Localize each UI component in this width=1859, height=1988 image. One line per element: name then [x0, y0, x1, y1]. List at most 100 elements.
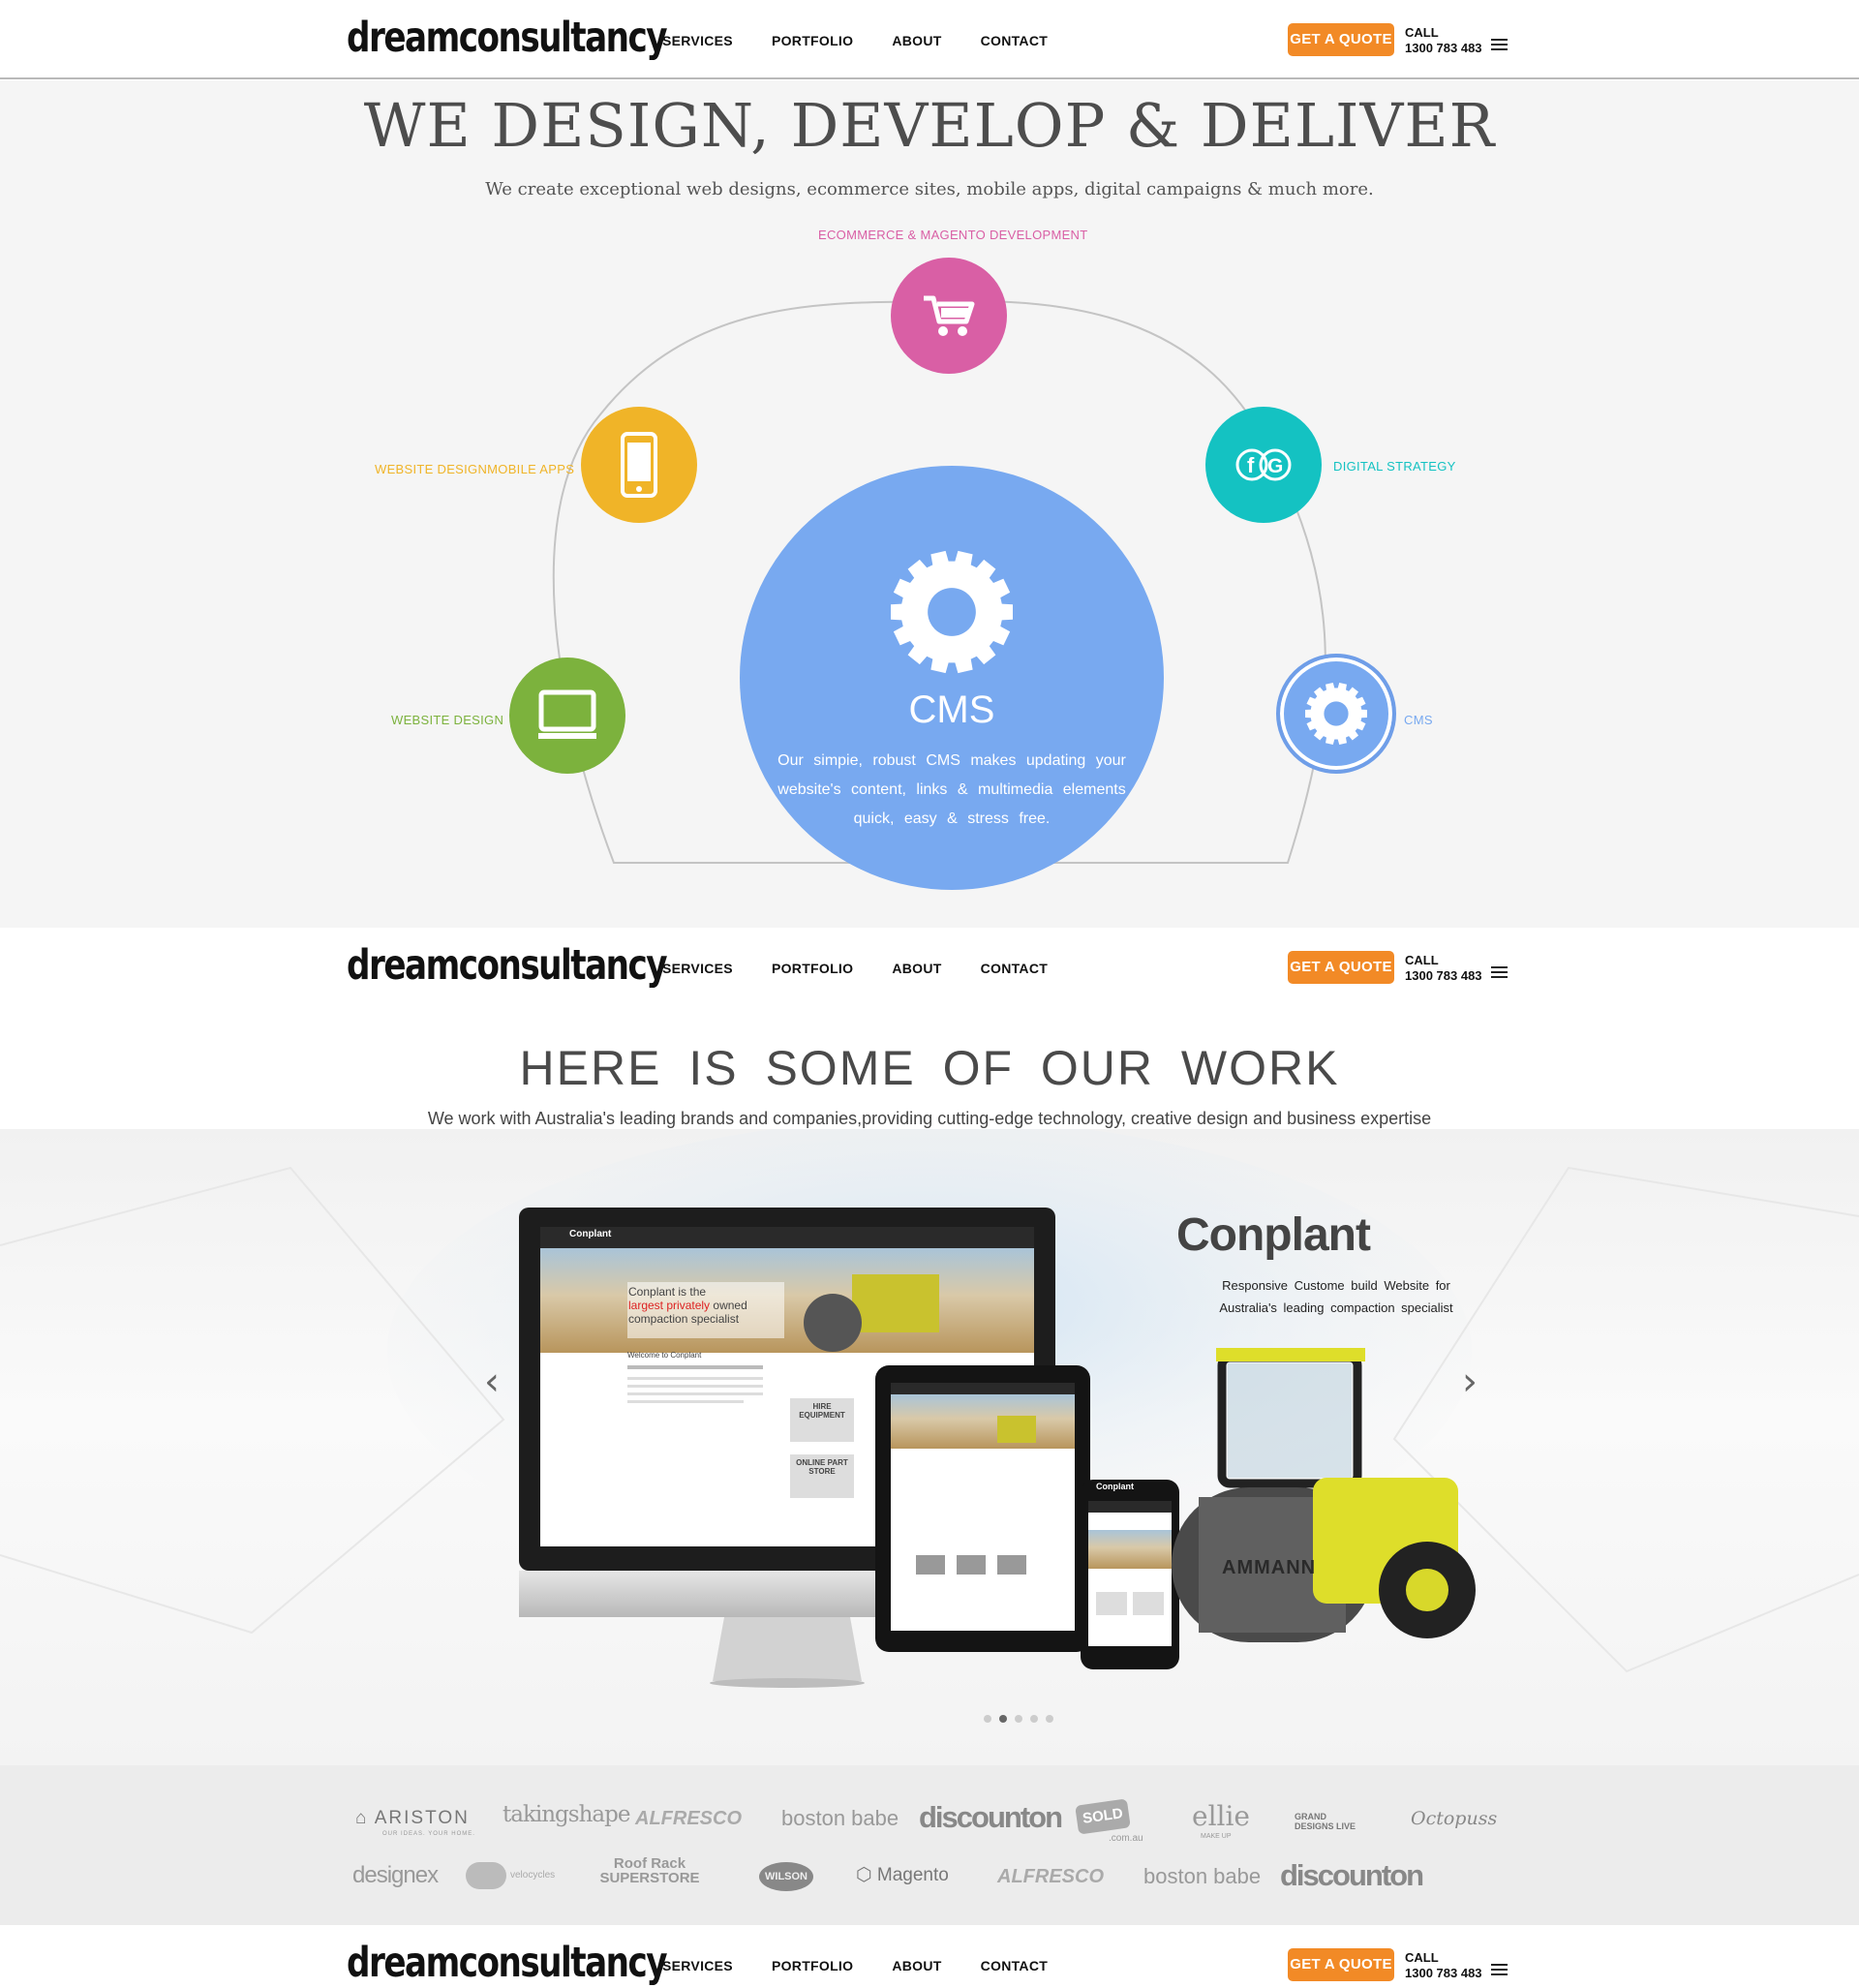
service-label-cms: CMS: [1404, 713, 1433, 727]
client-logo-discounton: discounton: [919, 1800, 1063, 1834]
client-logo-ellie-tagline: MAKE UP: [1201, 1833, 1232, 1840]
client-logo-magento: ⬡ Magento: [856, 1865, 949, 1885]
get-quote-button[interactable]: GET A QUOTE: [1288, 23, 1394, 56]
bottom-navbar: dreamconsultancy SERVICES PORTFOLIO ABOU…: [0, 1925, 1859, 1988]
work-navbar: dreamconsultancy SERVICES PORTFOLIO ABOU…: [0, 928, 1859, 1009]
main-menu: SERVICES PORTFOLIO ABOUT CONTACT: [662, 961, 1086, 976]
service-digital[interactable]: f G: [1205, 407, 1322, 523]
mock-hero-line2: largest privately: [628, 1299, 711, 1312]
phone-number[interactable]: 1300 783 483: [1405, 41, 1482, 56]
client-logo-alfresco-2: ALFRESCO: [997, 1866, 1104, 1887]
phone-icon: [621, 432, 657, 498]
client-logo-granddesigns: GRAND DESIGNS LIVE: [1295, 1812, 1356, 1831]
mock-site-logo: Conplant: [569, 1229, 612, 1239]
nav-about-link[interactable]: ABOUT: [892, 33, 941, 48]
top-navbar: dreamconsultancy SERVICES PORTFOLIO ABOU…: [0, 0, 1859, 79]
nav-portfolio-link[interactable]: PORTFOLIO: [772, 961, 853, 976]
slider-dot[interactable]: [999, 1715, 1007, 1723]
feature-description: Our simpie, robust CMS makes updating yo…: [777, 752, 1126, 827]
call-label: CALL: [1405, 953, 1439, 967]
service-label-mobile: WEBSITE DESIGNMOBILE APPS: [375, 462, 575, 476]
slider-prev-arrow[interactable]: ‹: [484, 1360, 500, 1404]
slider-dot[interactable]: [1015, 1715, 1022, 1723]
service-ecommerce[interactable]: [891, 258, 1007, 374]
svg-text:f: f: [1247, 453, 1255, 477]
client-logos: ⌂ ARISTON OUR IDEAS. YOUR HOME. takingsh…: [0, 1765, 1859, 1925]
slider-dot[interactable]: [984, 1715, 991, 1723]
client-logo-takingshape: takingshape: [503, 1802, 630, 1827]
client-logo-discounton-2: discounton: [1280, 1858, 1424, 1892]
client-logo-velocycles: velocycles: [510, 1870, 556, 1881]
nav-portfolio-link[interactable]: PORTFOLIO: [772, 33, 853, 48]
hamburger-menu-icon[interactable]: [1491, 1964, 1508, 1976]
get-quote-button[interactable]: GET A QUOTE: [1288, 1948, 1394, 1981]
nav-services-link[interactable]: SERVICES: [662, 961, 733, 976]
client-logo-magento-name: Magento: [876, 1865, 949, 1885]
mock-welcome: Welcome to Conplant: [627, 1351, 702, 1360]
mock-hero-line4: compaction specialist: [628, 1312, 740, 1326]
service-label-digital: DIGITAL STRATEGY: [1333, 459, 1456, 474]
main-menu: SERVICES PORTFOLIO ABOUT CONTACT: [662, 1958, 1086, 1973]
nav-services-link[interactable]: SERVICES: [662, 33, 733, 48]
client-logo-ariston: ⌂ ARISTON: [355, 1808, 470, 1828]
cart-icon: [924, 295, 975, 336]
client-logo-bostonbabe: boston babe: [781, 1806, 899, 1830]
nav-portfolio-link[interactable]: PORTFOLIO: [772, 1958, 853, 1973]
logo[interactable]: dreamconsultancy: [347, 1939, 668, 1986]
logo[interactable]: dreamconsultancy: [347, 941, 668, 989]
phone-number[interactable]: 1300 783 483: [1405, 968, 1482, 984]
slide-brand-description: Responsive Custome build Website for Aus…: [1219, 1278, 1453, 1315]
service-design[interactable]: [509, 658, 625, 774]
gear-icon: [891, 550, 1013, 674]
hamburger-menu-icon[interactable]: [1491, 966, 1508, 979]
nav-contact-link[interactable]: CONTACT: [981, 1958, 1049, 1973]
mock-phone-logo: Conplant: [1096, 1482, 1134, 1491]
page: dreamconsultancy SERVICES PORTFOLIO ABOU…: [0, 0, 1859, 1988]
call-label: CALL: [1405, 25, 1439, 40]
monitor-icon: [538, 689, 596, 739]
service-label-design: WEBSITE DESIGN: [391, 713, 504, 727]
call-label: CALL: [1405, 1950, 1439, 1965]
client-logo-sold: SOLD: [1075, 1798, 1131, 1835]
portfolio-slider: Conplant is the largest privately owned …: [0, 1129, 1859, 1765]
slider-next-arrow[interactable]: ›: [1462, 1360, 1478, 1404]
main-menu: SERVICES PORTFOLIO ABOUT CONTACT: [662, 33, 1086, 48]
svg-text:G: G: [1267, 455, 1283, 477]
client-logo-roofrack: Roof Rack SUPERSTORE: [599, 1855, 700, 1886]
client-logo-designex: designex: [352, 1862, 439, 1888]
client-logo-wilson: WILSON: [759, 1862, 813, 1891]
client-logo-bostonbabe-2: boston babe: [1143, 1864, 1262, 1888]
service-cms[interactable]: [1276, 654, 1396, 774]
client-logo-alfresco: ALFRESCO: [635, 1808, 742, 1829]
nav-contact-link[interactable]: CONTACT: [981, 33, 1049, 48]
call-info: CALL 1300 783 483: [1405, 1950, 1482, 1981]
client-logo-ellie: ellie: [1192, 1800, 1251, 1832]
phone-number[interactable]: 1300 783 483: [1405, 1966, 1482, 1981]
get-quote-button[interactable]: GET A QUOTE: [1288, 951, 1394, 984]
call-info: CALL 1300 783 483: [1405, 953, 1482, 984]
work-title: HERE IS SOME OF OUR WORK: [519, 1041, 1340, 1095]
mock-machine-brand: AMMANN: [1222, 1557, 1317, 1578]
mock-sign-hire: HIRE EQUIPMENT: [799, 1402, 845, 1420]
hamburger-menu-icon[interactable]: [1491, 39, 1508, 51]
call-info: CALL 1300 783 483: [1405, 25, 1482, 56]
logo[interactable]: dreamconsultancy: [347, 14, 668, 61]
social-icon: f G: [1235, 448, 1292, 481]
client-logo-sold-suffix: .com.au: [1109, 1833, 1143, 1844]
slider-dot[interactable]: [1046, 1715, 1053, 1723]
mock-hero-text: Conplant is the largest privately owned …: [628, 1285, 747, 1326]
mock-sign-store: ONLINE PART STORE: [796, 1458, 848, 1476]
slider-dots: [984, 1715, 1061, 1723]
gear-icon: [1305, 682, 1367, 746]
client-logo-ariston-tagline: OUR IDEAS. YOUR HOME.: [382, 1831, 475, 1837]
service-label-ecommerce: ECOMMERCE & MAGENTO DEVELOPMENT: [818, 228, 1088, 242]
service-mobile[interactable]: [581, 407, 697, 523]
nav-about-link[interactable]: ABOUT: [892, 1958, 941, 1973]
nav-services-link[interactable]: SERVICES: [662, 1958, 733, 1973]
nav-contact-link[interactable]: CONTACT: [981, 961, 1049, 976]
nav-about-link[interactable]: ABOUT: [892, 961, 941, 976]
slider-dot[interactable]: [1030, 1715, 1038, 1723]
slide-artwork: [0, 1129, 1859, 1688]
mock-hero-line3: owned: [713, 1299, 747, 1312]
hero-section: WE DESIGN, DEVELOP & DELIVER We create e…: [0, 80, 1859, 928]
